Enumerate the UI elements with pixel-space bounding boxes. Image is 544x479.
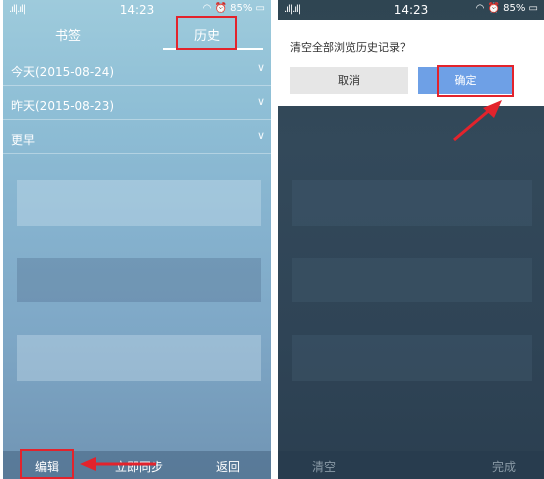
row-label: 昨天(2015-08-23)	[11, 99, 115, 113]
clear-history-screen: .ıl|.ıl| 14:23 ◠ ⏰ 85% ▭ 清空全部浏览历史记录？ 取消 …	[278, 0, 544, 479]
status-bar: .ıl|.ıl| 14:23 ◠ ⏰ 85% ▭	[278, 0, 544, 20]
bottom-toolbar: 清空 完成	[278, 451, 544, 479]
history-row-today[interactable]: 今天(2015-08-24) ∨	[3, 53, 271, 86]
annotation-arrow-icon	[453, 100, 502, 142]
blurred-item	[17, 180, 261, 226]
divider	[271, 0, 278, 479]
headphone-icon: ◠	[202, 3, 212, 14]
done-button[interactable]: 完成	[492, 458, 516, 475]
chevron-down-icon: ∨	[256, 95, 265, 108]
blurred-item	[292, 258, 532, 302]
tab-bookmark[interactable]: 书签	[55, 25, 81, 44]
blurred-item	[292, 180, 532, 226]
headphone-icon: ◠	[475, 3, 485, 14]
status-right: ◠ ⏰ 85% ▭	[203, 3, 265, 14]
history-row-yesterday[interactable]: 昨天(2015-08-23) ∨	[3, 87, 271, 120]
row-label: 今天(2015-08-24)	[11, 65, 115, 79]
blurred-item	[292, 335, 532, 381]
battery-percent: 85%	[503, 3, 526, 14]
alarm-icon: ⏰	[214, 3, 227, 14]
battery-percent: 85%	[230, 3, 253, 14]
chevron-down-icon: ∨	[256, 61, 265, 74]
annotation-arrow-icon	[80, 457, 156, 471]
status-right: ◠ ⏰ 85% ▭	[476, 3, 538, 14]
alarm-icon: ⏰	[487, 3, 500, 14]
back-button[interactable]: 返回	[216, 458, 240, 475]
annotation-box-edit	[20, 449, 74, 479]
row-label: 更早	[11, 133, 36, 147]
annotation-box-history	[176, 16, 237, 50]
blurred-item	[17, 258, 261, 302]
annotation-box-confirm	[437, 65, 514, 97]
history-row-earlier[interactable]: 更早 ∨	[3, 121, 271, 154]
chevron-down-icon: ∨	[256, 129, 265, 142]
cancel-button[interactable]: 取消	[290, 67, 408, 94]
battery-icon: ▭	[255, 3, 265, 14]
battery-icon: ▭	[528, 3, 538, 14]
blurred-item	[17, 335, 261, 381]
history-screen: .ıl|.ıl| 14:23 ◠ ⏰ 85% ▭ 书签 历史 今天(2015-0…	[3, 0, 271, 479]
clear-button[interactable]: 清空	[312, 458, 336, 475]
dialog-message: 清空全部浏览历史记录？	[290, 41, 411, 54]
